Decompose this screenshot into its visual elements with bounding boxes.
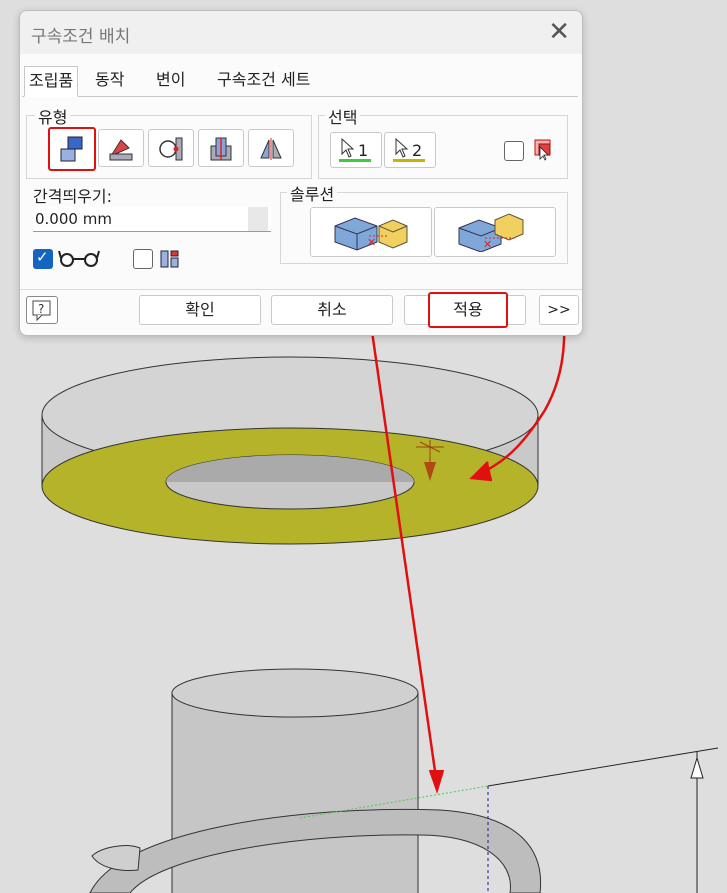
help-icon: ? xyxy=(32,300,51,322)
more-options-button[interactable]: >> xyxy=(539,295,579,325)
svg-text:✕: ✕ xyxy=(367,236,376,249)
tangent-constraint-button[interactable] xyxy=(148,129,194,167)
flush-solution-button[interactable]: ✕ xyxy=(434,207,556,257)
angle-constraint-button[interactable] xyxy=(98,129,144,167)
mate-solution-icon: ✕ xyxy=(334,217,408,251)
help-button[interactable]: ? xyxy=(26,296,58,324)
flush-solution-icon: ✕ xyxy=(458,213,524,252)
title-bar[interactable]: 구속조건 배치 ✕ xyxy=(20,11,582,54)
apply-button[interactable]: 적용 xyxy=(428,292,508,328)
show-preview-checkbox[interactable] xyxy=(33,248,53,269)
second-selection-number: 2 xyxy=(412,141,423,160)
mate-solution-button[interactable]: ✕ xyxy=(310,207,432,257)
svg-text:✕: ✕ xyxy=(483,238,492,251)
washer-part[interactable] xyxy=(41,356,539,545)
offset-input[interactable]: 0.000 mm xyxy=(33,207,271,232)
place-constraint-dialog: 구속조건 배치 ✕ 조립품 동작 변이 구속조건 세트 유형 선택 1 2 간격… xyxy=(19,10,583,336)
insert-constraint-icon xyxy=(210,137,232,161)
glasses-icon xyxy=(58,250,100,267)
shaft-part[interactable] xyxy=(89,668,719,893)
close-icon[interactable]: ✕ xyxy=(548,17,570,47)
cursor-arrow-icon xyxy=(395,137,409,158)
tab-transitional[interactable]: 변이 xyxy=(152,66,189,95)
tangent-constraint-icon xyxy=(159,137,183,161)
offset-label: 간격띄우기: xyxy=(33,187,112,206)
tab-motion[interactable]: 동작 xyxy=(91,66,128,95)
first-selection-color-bar xyxy=(339,159,371,162)
dialog-title: 구속조건 배치 xyxy=(31,27,131,47)
first-selection-number: 1 xyxy=(358,141,369,160)
cancel-button[interactable]: 취소 xyxy=(271,295,393,325)
pick-part-first-checkbox[interactable] xyxy=(504,141,524,161)
tab-bar: 조립품 동작 변이 구속조건 세트 xyxy=(22,66,578,97)
svg-text:?: ? xyxy=(38,302,44,316)
ok-button[interactable]: 확인 xyxy=(139,295,261,325)
predict-offset-checkbox[interactable] xyxy=(133,249,153,269)
predict-offset-icon xyxy=(160,250,179,268)
cursor-arrow-icon xyxy=(341,137,355,158)
solution-group-label: 솔루션 xyxy=(287,181,338,205)
second-selection-color-bar xyxy=(393,159,425,162)
tab-assembly[interactable]: 조립품 xyxy=(24,66,79,97)
insert-constraint-button[interactable] xyxy=(198,129,244,167)
offset-spinner[interactable] xyxy=(248,207,268,231)
first-selection-button[interactable]: 1 xyxy=(330,132,382,168)
selections-group-label: 선택 xyxy=(325,104,361,128)
symmetry-constraint-icon xyxy=(260,138,282,160)
mate-constraint-icon xyxy=(60,136,83,162)
second-selection-button[interactable]: 2 xyxy=(384,132,436,168)
footer-divider xyxy=(20,289,582,290)
tab-constraint-set[interactable]: 구속조건 세트 xyxy=(213,66,314,95)
mate-constraint-button[interactable] xyxy=(48,127,96,171)
symmetry-constraint-button[interactable] xyxy=(248,129,294,167)
type-group-label: 유형 xyxy=(35,104,71,128)
angle-constraint-icon xyxy=(109,139,133,161)
pick-part-first-icon xyxy=(534,139,551,161)
